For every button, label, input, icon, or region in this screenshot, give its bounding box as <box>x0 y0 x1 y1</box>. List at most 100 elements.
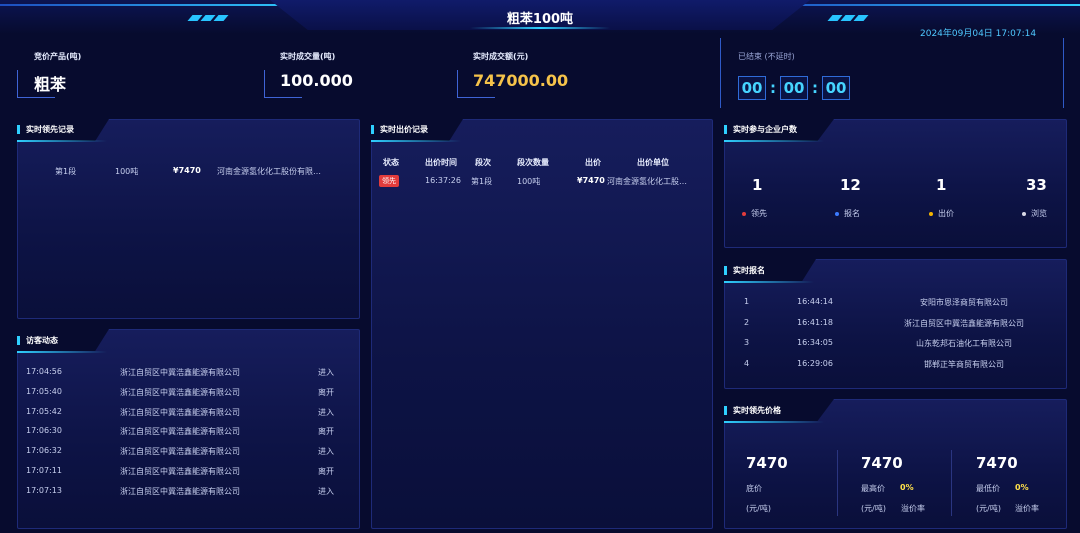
stat-volume-value: 100.000 <box>280 71 353 90</box>
visitor-time: 17:07:13 <box>26 485 62 495</box>
participant-count: 12 <box>840 176 861 194</box>
visitor-time: 17:06:30 <box>26 426 62 436</box>
participant-label: 领先 <box>742 208 767 219</box>
registrations-title-text: 实时报名 <box>733 266 765 275</box>
registration-index: 1 <box>744 297 750 306</box>
stat-amount-label: 实时成交额(元) <box>473 52 529 61</box>
lead-quantity: 100吨 <box>115 167 139 176</box>
visitor-row: 17:06:30 浙江自贸区中冀浩鑫能源有限公司 离开 <box>17 426 360 440</box>
registration-company: 邯郸正竿商贸有限公司 <box>924 359 1004 369</box>
lead-price-title: 实时领先价格 <box>724 405 781 416</box>
bid-header-time: 出价时间 <box>425 158 457 167</box>
header-stripes-left <box>187 14 238 24</box>
lead-records-panel <box>17 119 360 319</box>
visitors-title-text: 访客动态 <box>26 336 58 345</box>
visitor-time: 17:05:42 <box>26 406 62 416</box>
base-price-label: 底价 <box>746 484 762 493</box>
visitor-row: 17:07:11 浙江自贸区中冀浩鑫能源有限公司 离开 <box>17 466 360 480</box>
registration-time: 16:34:05 <box>797 338 833 347</box>
visitor-action: 离开 <box>318 387 334 397</box>
bid-records-accent <box>371 140 461 142</box>
visitor-company: 浙江自贸区中冀浩鑫能源有限公司 <box>120 387 240 397</box>
visitor-company: 浙江自贸区中冀浩鑫能源有限公司 <box>120 427 240 437</box>
bid-quantity: 100吨 <box>517 177 541 186</box>
visitor-row: 17:06:32 浙江自贸区中冀浩鑫能源有限公司 进入 <box>17 446 360 460</box>
header-line-right <box>760 4 1080 6</box>
registration-row: 4 16:29:06 邯郸正竿商贸有限公司 <box>724 359 1067 373</box>
stat-product: 竞价产品(吨) <box>34 51 81 62</box>
visitor-company: 浙江自贸区中冀浩鑫能源有限公司 <box>120 447 240 457</box>
countdown-colon-2: : <box>812 79 818 97</box>
lowest-price-label: 最低价 <box>976 484 1000 493</box>
lowest-price-unit: (元/吨) <box>976 504 1001 513</box>
visitor-row: 17:05:42 浙江自贸区中冀浩鑫能源有限公司 进入 <box>17 407 360 421</box>
header-stripes-right <box>827 14 878 24</box>
lead-price: ¥7470 <box>173 166 201 175</box>
stat-volume-label: 实时成交量(吨) <box>280 52 336 61</box>
registration-company: 浙江自贸区中冀浩鑫能源有限公司 <box>904 318 1024 328</box>
lowest-price-value: 7470 <box>976 454 1018 472</box>
participant-label-text: 报名 <box>844 209 860 218</box>
countdown-timer: 00 : 00 : 00 <box>738 76 850 100</box>
bid-header-status: 状态 <box>383 158 399 167</box>
participant-label: 浏览 <box>1022 208 1047 219</box>
participant-dot <box>929 211 933 216</box>
participant-label: 出价 <box>929 208 954 219</box>
visitor-action: 离开 <box>318 427 334 437</box>
lead-records-accent <box>17 140 107 142</box>
stat-product-label: 竞价产品(吨) <box>34 52 82 61</box>
bid-records-header: 状态 出价时间 段次 段次数量 出价 出价单位 <box>371 157 713 169</box>
highest-price-unit: (元/吨) <box>861 504 886 513</box>
lead-records-title-text: 实时领先记录 <box>26 125 74 134</box>
bid-records-row: 领先 16:37:26 第1段 100吨 ¥7470 河南金源氢化化工股… <box>371 175 713 189</box>
visitor-time: 17:06:32 <box>26 446 62 456</box>
highest-price-rate-label: 溢价率 <box>901 504 925 513</box>
registrations-accent <box>724 281 814 283</box>
participant-label-text: 出价 <box>938 209 954 218</box>
registration-index: 3 <box>744 338 750 347</box>
highest-price-label: 最高价 <box>861 484 885 493</box>
highest-price-rate: 0% <box>900 483 914 492</box>
lead-price-title-text: 实时领先价格 <box>733 406 781 415</box>
visitors-accent <box>17 351 107 353</box>
header-line-left <box>0 4 320 6</box>
visitor-row: 17:04:56 浙江自贸区中冀浩鑫能源有限公司 进入 <box>17 367 360 381</box>
registration-row: 1 16:44:14 安阳市恩泽商贸有限公司 <box>724 297 1067 311</box>
registration-time: 16:41:18 <box>797 317 833 327</box>
participant-dot <box>1022 211 1026 216</box>
bid-price: ¥7470 <box>577 176 605 185</box>
visitor-action: 进入 <box>318 368 334 377</box>
visitor-row: 17:05:40 浙江自贸区中冀浩鑫能源有限公司 离开 <box>17 387 360 401</box>
bid-header-segment: 段次 <box>475 158 491 167</box>
visitor-company: 浙江自贸区中冀浩鑫能源有限公司 <box>120 407 240 417</box>
lowest-price-rate: 0% <box>1015 483 1029 492</box>
participant-label-text: 领先 <box>751 209 767 218</box>
lowest-price-rate-label: 溢价率 <box>1015 504 1039 513</box>
participant-count: 1 <box>936 176 947 194</box>
bid-records-title-text: 实时出价记录 <box>380 125 428 134</box>
stat-product-value: 粗苯 <box>34 75 67 94</box>
visitor-action: 进入 <box>318 407 334 417</box>
registration-company: 安阳市恩泽商贸有限公司 <box>920 298 1008 307</box>
registration-row: 3 16:34:05 山东乾邦石油化工有限公司 <box>724 338 1067 352</box>
price-separator-2 <box>951 450 952 516</box>
countdown-hours: 00 <box>738 76 766 100</box>
participant-count: 33 <box>1026 176 1047 194</box>
registration-time: 16:29:06 <box>797 358 833 368</box>
bid-records-title: 实时出价记录 <box>371 124 428 135</box>
registrations-title: 实时报名 <box>724 265 765 276</box>
visitor-company: 浙江自贸区中冀浩鑫能源有限公司 <box>120 368 240 377</box>
base-price-value: 7470 <box>746 454 788 472</box>
lead-records-title: 实时领先记录 <box>17 124 74 135</box>
visitor-time: 17:07:11 <box>26 466 62 475</box>
participant-dot <box>835 211 839 216</box>
bid-header-price: 出价 <box>585 158 601 167</box>
bid-header-company: 出价单位 <box>637 158 669 167</box>
bid-segment: 第1段 <box>471 177 493 186</box>
registration-index: 4 <box>744 358 750 368</box>
bid-company: 河南金源氢化化工股… <box>607 177 687 186</box>
countdown-minutes: 00 <box>780 76 808 100</box>
participant-label: 报名 <box>835 208 860 219</box>
bid-header-quantity: 段次数量 <box>517 158 549 167</box>
bid-time: 16:37:26 <box>425 176 461 185</box>
